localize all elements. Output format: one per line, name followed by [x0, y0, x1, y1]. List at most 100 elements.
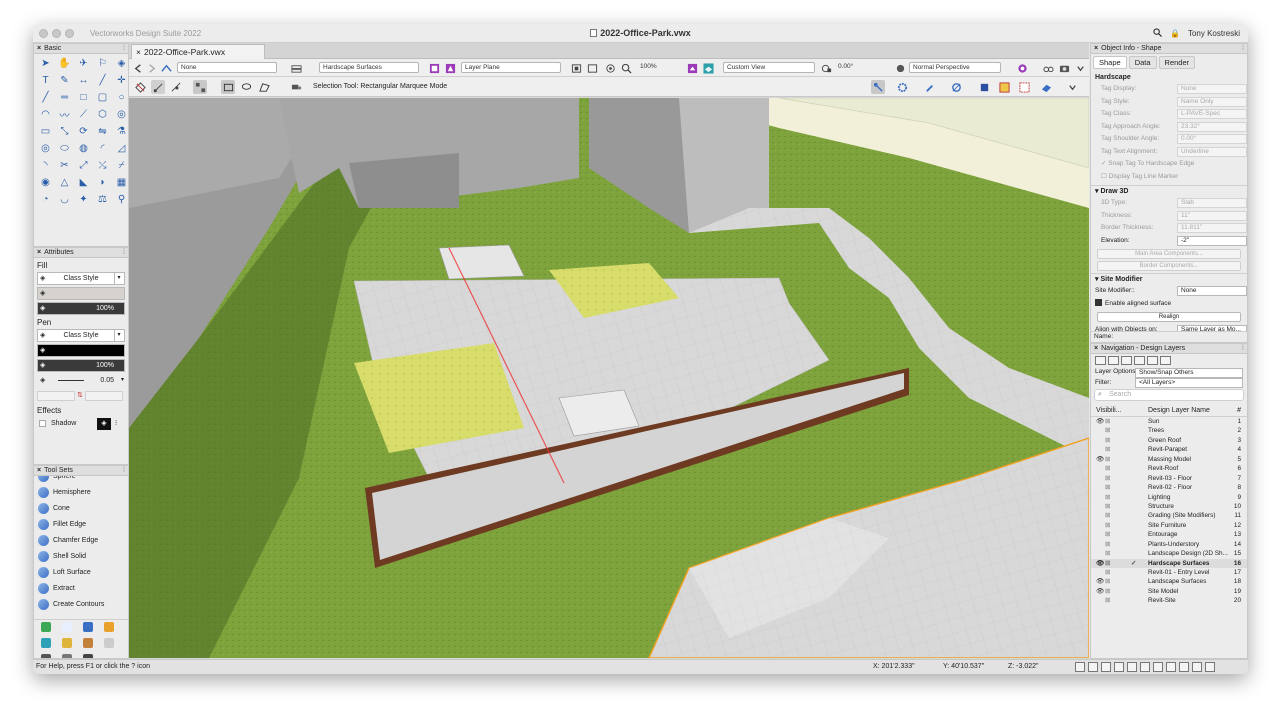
connect-icon[interactable]: ⤢	[75, 158, 92, 173]
eye-icon[interactable]: 👁	[1096, 417, 1104, 426]
layer-row[interactable]: 👁 ⊠ Massing Model 5	[1091, 455, 1247, 464]
fill-style-select[interactable]: ◈ Class Style ▾	[37, 272, 125, 285]
snap-toggle-icon[interactable]: ⊠	[1105, 426, 1113, 435]
pan-hand-icon[interactable]: ✋	[56, 56, 73, 71]
snap-tag-option[interactable]: ✓ Snap Tag To Hardscape Edge	[1091, 158, 1247, 171]
property-row[interactable]: Tag Shoulder Angle: 0.00°	[1091, 133, 1247, 146]
property-row[interactable]: Tag Text Alignment: Underline	[1091, 146, 1247, 159]
lighting-options-icon[interactable]	[1015, 61, 1029, 75]
close-icon[interactable]: ×	[37, 467, 41, 474]
plane-select[interactable]: Layer Plane	[461, 62, 561, 73]
snap-angle-icon[interactable]	[1127, 662, 1137, 672]
rounded-rectangle-icon[interactable]: ▢	[94, 90, 111, 105]
tangent-snap-icon[interactable]	[1166, 662, 1176, 672]
layer-row[interactable]: ⊠ Lighting 9	[1091, 493, 1247, 502]
snap-toggle-icon[interactable]: ⊠	[1105, 530, 1113, 539]
circle-icon[interactable]: ◎	[37, 141, 54, 156]
marker-end-select[interactable]	[85, 391, 123, 401]
pen-style-select[interactable]: ◈ Class Style ▾	[37, 329, 125, 342]
snap-toggle-icon[interactable]: ⊠	[1105, 417, 1113, 426]
fill-opacity-field[interactable]: ◈ 100% ⁝	[37, 302, 125, 315]
user-icon[interactable]: 🔒	[1170, 29, 1180, 38]
callout-icon[interactable]: ✎	[56, 73, 73, 88]
layer-row[interactable]: 👁 ⊠ Site Model 19	[1091, 587, 1247, 596]
property-value[interactable]: Name Only	[1177, 96, 1247, 107]
snap-toggle-icon[interactable]: ⊠	[1105, 511, 1113, 520]
snap-toggle-icon[interactable]: ⊠	[1105, 587, 1113, 596]
render-texture-icon[interactable]	[1039, 80, 1053, 94]
site-planning-icon[interactable]	[37, 620, 55, 634]
pin-icon[interactable]: ⁞	[123, 44, 125, 54]
cone-icon[interactable]: △	[56, 175, 73, 190]
property-value[interactable]: Slab	[1177, 198, 1247, 208]
disable-interactive-scaling-icon[interactable]	[133, 80, 147, 94]
polygon-icon[interactable]: ⬡	[94, 107, 111, 122]
snap-toggle-icon[interactable]: ⊠	[1105, 549, 1113, 558]
chamfer-icon[interactable]: ◿	[113, 141, 128, 156]
marker-swap-icon[interactable]: ⇅	[77, 391, 83, 399]
property-value[interactable]: 11.811"	[1177, 223, 1247, 233]
layer-search[interactable]: ⌕ Search	[1094, 389, 1244, 401]
snap-object-icon[interactable]	[1088, 662, 1098, 672]
property-value[interactable]: Underline	[1177, 146, 1247, 157]
filter-select[interactable]: <All Layers>	[1135, 378, 1243, 388]
fillet-edge-icon[interactable]: ◣	[75, 175, 92, 190]
layer-row[interactable]: ⊠ Revit-03 - Floor 7	[1091, 474, 1247, 483]
eyedropper-icon[interactable]: ⚗	[113, 124, 128, 139]
attribute-mapping-icon[interactable]	[949, 80, 963, 94]
class-select[interactable]: None	[177, 62, 277, 73]
plane-icon[interactable]	[427, 61, 441, 75]
toolset-item[interactable]: Extract	[34, 580, 128, 596]
border-components-button[interactable]: Border Components...	[1097, 261, 1241, 271]
eye-icon[interactable]: 👁	[1096, 577, 1104, 586]
snap-icon[interactable]	[193, 80, 207, 94]
property-value[interactable]: -2"	[1177, 235, 1247, 246]
pie-icon[interactable]: ◔	[37, 192, 54, 207]
double-line-icon[interactable]: ═	[56, 90, 73, 105]
property-row[interactable]: Tag Style: Name Only	[1091, 96, 1247, 109]
locus-icon[interactable]: ✛	[113, 73, 128, 88]
rectangular-marquee-icon[interactable]	[221, 80, 235, 94]
property-value[interactable]: 23.32°	[1177, 121, 1247, 132]
pen-color-swatch[interactable]: ◈	[37, 344, 125, 357]
oval-icon[interactable]: ◍	[75, 141, 92, 156]
forward-arrow-icon[interactable]	[144, 61, 158, 75]
property-row[interactable]: 3D Type: Slab	[1091, 197, 1247, 210]
snap-toggle-icon[interactable]: ⊠	[1105, 493, 1113, 502]
polygon-marquee-icon[interactable]	[257, 80, 271, 94]
mirror-icon[interactable]: ⇋	[94, 124, 111, 139]
texture-icon[interactable]	[997, 80, 1011, 94]
close-icon[interactable]: ×	[37, 45, 41, 52]
offset-icon[interactable]: ▭	[37, 124, 54, 139]
snap-toggle-icon[interactable]: ⊠	[1105, 521, 1113, 530]
settings-icon[interactable]	[1205, 662, 1215, 672]
rotate-icon[interactable]: ⟳	[75, 124, 92, 139]
col-visibility[interactable]: Visibili...	[1096, 404, 1122, 417]
standard-views-icon[interactable]	[685, 61, 699, 75]
building-shell-icon[interactable]	[79, 636, 97, 650]
shell-icon[interactable]: ◗	[94, 175, 111, 190]
layer-row[interactable]: ⊠ Structure 10	[1091, 502, 1247, 511]
property-row[interactable]: Tag Display: None	[1091, 83, 1247, 96]
spotlight-icon[interactable]	[79, 620, 97, 634]
toolset-item[interactable]: Shell Solid	[34, 548, 128, 564]
toolset-item[interactable]: Chamfer Edge	[34, 532, 128, 548]
undo-icon[interactable]	[1179, 662, 1189, 672]
marker-start-select[interactable]	[37, 391, 75, 401]
view-cube-icon[interactable]	[701, 61, 715, 75]
lasso-icon[interactable]	[239, 80, 253, 94]
toolset-item[interactable]: Sphere	[34, 476, 128, 484]
layer-row[interactable]: ⊠ Site Furniture 12	[1091, 521, 1247, 530]
snap-toggle-icon[interactable]: ⊠	[1105, 464, 1113, 473]
property-value[interactable]: 0.00°	[1177, 134, 1247, 144]
snap-toggle-icon[interactable]: ⊠	[1105, 577, 1113, 586]
class-options-icon[interactable]	[159, 61, 173, 75]
zoom-window-icon[interactable]	[585, 61, 599, 75]
layer-row[interactable]: ⊠ Revit-Roof 6	[1091, 464, 1247, 473]
layer-row[interactable]: ⊠ Revit-01 - Entry Level 17	[1091, 568, 1247, 577]
line-icon[interactable]: ╱	[37, 90, 54, 105]
line-marker-row[interactable]: ⇅	[37, 389, 125, 403]
pin-icon[interactable]: ⁞	[123, 248, 125, 258]
toolset-item[interactable]: Fillet Edge	[34, 516, 128, 532]
layer-row[interactable]: ⊠ Green Roof 3	[1091, 436, 1247, 445]
